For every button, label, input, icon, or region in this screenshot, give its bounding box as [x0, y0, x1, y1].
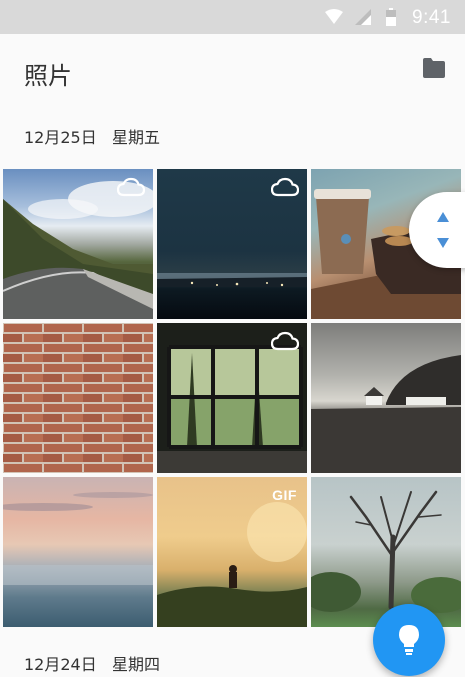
- brick-wall-image: [3, 323, 153, 473]
- gif-badge: GIF: [272, 487, 297, 503]
- status-bar: 9:41: [0, 0, 465, 34]
- photo-mountain-road[interactable]: [3, 169, 153, 319]
- battery-icon: [386, 8, 396, 26]
- photo-field-figure[interactable]: GIF: [157, 477, 307, 627]
- section-header-dec24: 12月24日 星期四: [24, 651, 160, 675]
- photo-brick-wall[interactable]: [3, 323, 153, 473]
- section-weekday: 星期四: [112, 655, 161, 674]
- section-date: 12月25日: [24, 128, 97, 147]
- cloud-icon: [271, 177, 299, 197]
- cloud-icon: [117, 177, 145, 197]
- bare-tree-image: [311, 490, 461, 613]
- photo-window-trees[interactable]: [157, 323, 307, 473]
- photo-sunset-sea[interactable]: [3, 477, 153, 627]
- lightbulb-icon: [399, 625, 419, 655]
- scroll-arrows-icon: [437, 212, 449, 248]
- app-header: 照片: [0, 34, 465, 106]
- section-header-dec25: 12月25日 星期五: [24, 124, 160, 148]
- folder-icon[interactable]: [423, 58, 445, 78]
- page-title: 照片: [24, 62, 72, 90]
- photo-bare-tree[interactable]: [311, 477, 461, 627]
- coast-houses-image: [311, 355, 461, 473]
- section-date: 12月24日: [24, 655, 97, 674]
- photo-coast-houses[interactable]: [311, 323, 461, 473]
- cloud-icon: [271, 331, 299, 351]
- signal-icon: [355, 9, 371, 25]
- assistant-fab-button[interactable]: [373, 604, 445, 676]
- clock: 9:41: [412, 7, 451, 28]
- photo-night-lake[interactable]: [157, 169, 307, 319]
- section-weekday: 星期五: [112, 128, 161, 147]
- wifi-icon: [325, 9, 343, 24]
- sunset-sea-image: [3, 492, 153, 585]
